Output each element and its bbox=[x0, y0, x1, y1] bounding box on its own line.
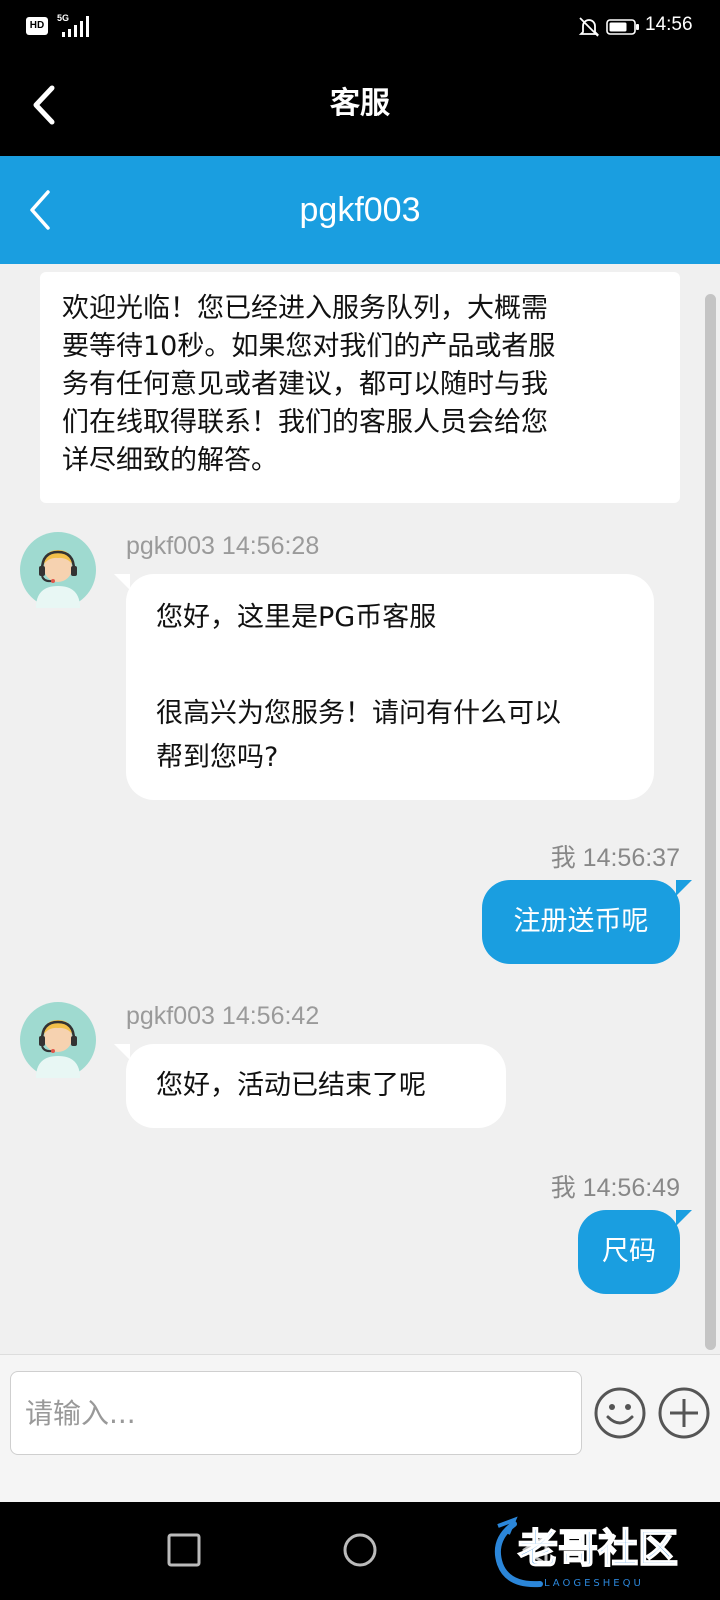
message-sender-time: pgkf003 14:56:28 bbox=[126, 532, 320, 560]
app-header: 客服 bbox=[0, 54, 720, 156]
chat-header: pgkf003 bbox=[0, 156, 720, 264]
welcome-line: 欢迎光临！您已经进入服务队列，大概需 bbox=[62, 293, 548, 324]
home-circle-icon[interactable] bbox=[336, 1526, 384, 1574]
mute-bell-icon bbox=[578, 17, 600, 37]
message-bubble-in[interactable]: 您好，这里是PG币客服 很高兴为您服务！请问有什么可以 帮到您吗? bbox=[114, 574, 654, 800]
watermark-logo: 老哥社区 LAOGESHEQU bbox=[494, 1516, 679, 1589]
welcome-line: 们在线取得联系！我们的客服人员会给您 bbox=[62, 407, 548, 438]
message-line: 帮到您吗? bbox=[156, 742, 279, 773]
message-sender-time: pgkf003 14:56:42 bbox=[126, 1002, 320, 1030]
watermark-text: 老哥社区 bbox=[518, 1526, 678, 1572]
message-line: 您好，这里是PG币客服 bbox=[156, 602, 437, 633]
chat-title: pgkf003 bbox=[299, 191, 421, 229]
welcome-line: 务有任何意见或者建议，都可以随时与我 bbox=[62, 369, 548, 400]
plus-circle-icon[interactable] bbox=[656, 1385, 712, 1441]
signal-icon bbox=[62, 16, 89, 37]
page-title: 客服 bbox=[330, 86, 390, 121]
message-bubble-in[interactable]: 您好，活动已结束了呢 bbox=[114, 1044, 506, 1128]
chat-area[interactable]: 欢迎光临！您已经进入服务队列，大概需 要等待10秒。如果您对我们的产品或者服 务… bbox=[0, 264, 720, 1354]
smiley-icon[interactable] bbox=[592, 1385, 648, 1441]
welcome-message: 欢迎光临！您已经进入服务队列，大概需 要等待10秒。如果您对我们的产品或者服 务… bbox=[40, 272, 680, 503]
input-bar: 请输入... bbox=[0, 1354, 720, 1502]
welcome-line: 要等待10秒。如果您对我们的产品或者服 bbox=[62, 331, 556, 362]
hd-badge: HD bbox=[26, 17, 48, 35]
message-line: 很高兴为您服务！请问有什么可以 bbox=[156, 698, 561, 729]
system-nav-bar: 老哥社区 LAOGESHEQU bbox=[0, 1502, 720, 1600]
message-input[interactable]: 请输入... bbox=[10, 1371, 582, 1455]
message-bubble-out[interactable]: 尺码 bbox=[578, 1210, 692, 1294]
agent-avatar-icon[interactable] bbox=[20, 532, 96, 608]
message-sender-time: 我 14:56:37 bbox=[550, 844, 680, 872]
message-bubble-out[interactable]: 注册送币呢 bbox=[482, 880, 692, 964]
watermark-subtext: LAOGESHEQU bbox=[544, 1578, 644, 1589]
status-time: 14:56 bbox=[645, 14, 693, 35]
message-sender-time: 我 14:56:49 bbox=[550, 1174, 680, 1202]
scrollbar[interactable] bbox=[705, 294, 716, 1350]
welcome-line: 详尽细致的解答。 bbox=[62, 445, 278, 476]
status-bar: HD 5G 14:56 bbox=[0, 0, 720, 54]
recents-square-icon[interactable] bbox=[160, 1526, 208, 1574]
battery-icon bbox=[606, 19, 639, 35]
agent-avatar-icon[interactable] bbox=[20, 1002, 96, 1078]
